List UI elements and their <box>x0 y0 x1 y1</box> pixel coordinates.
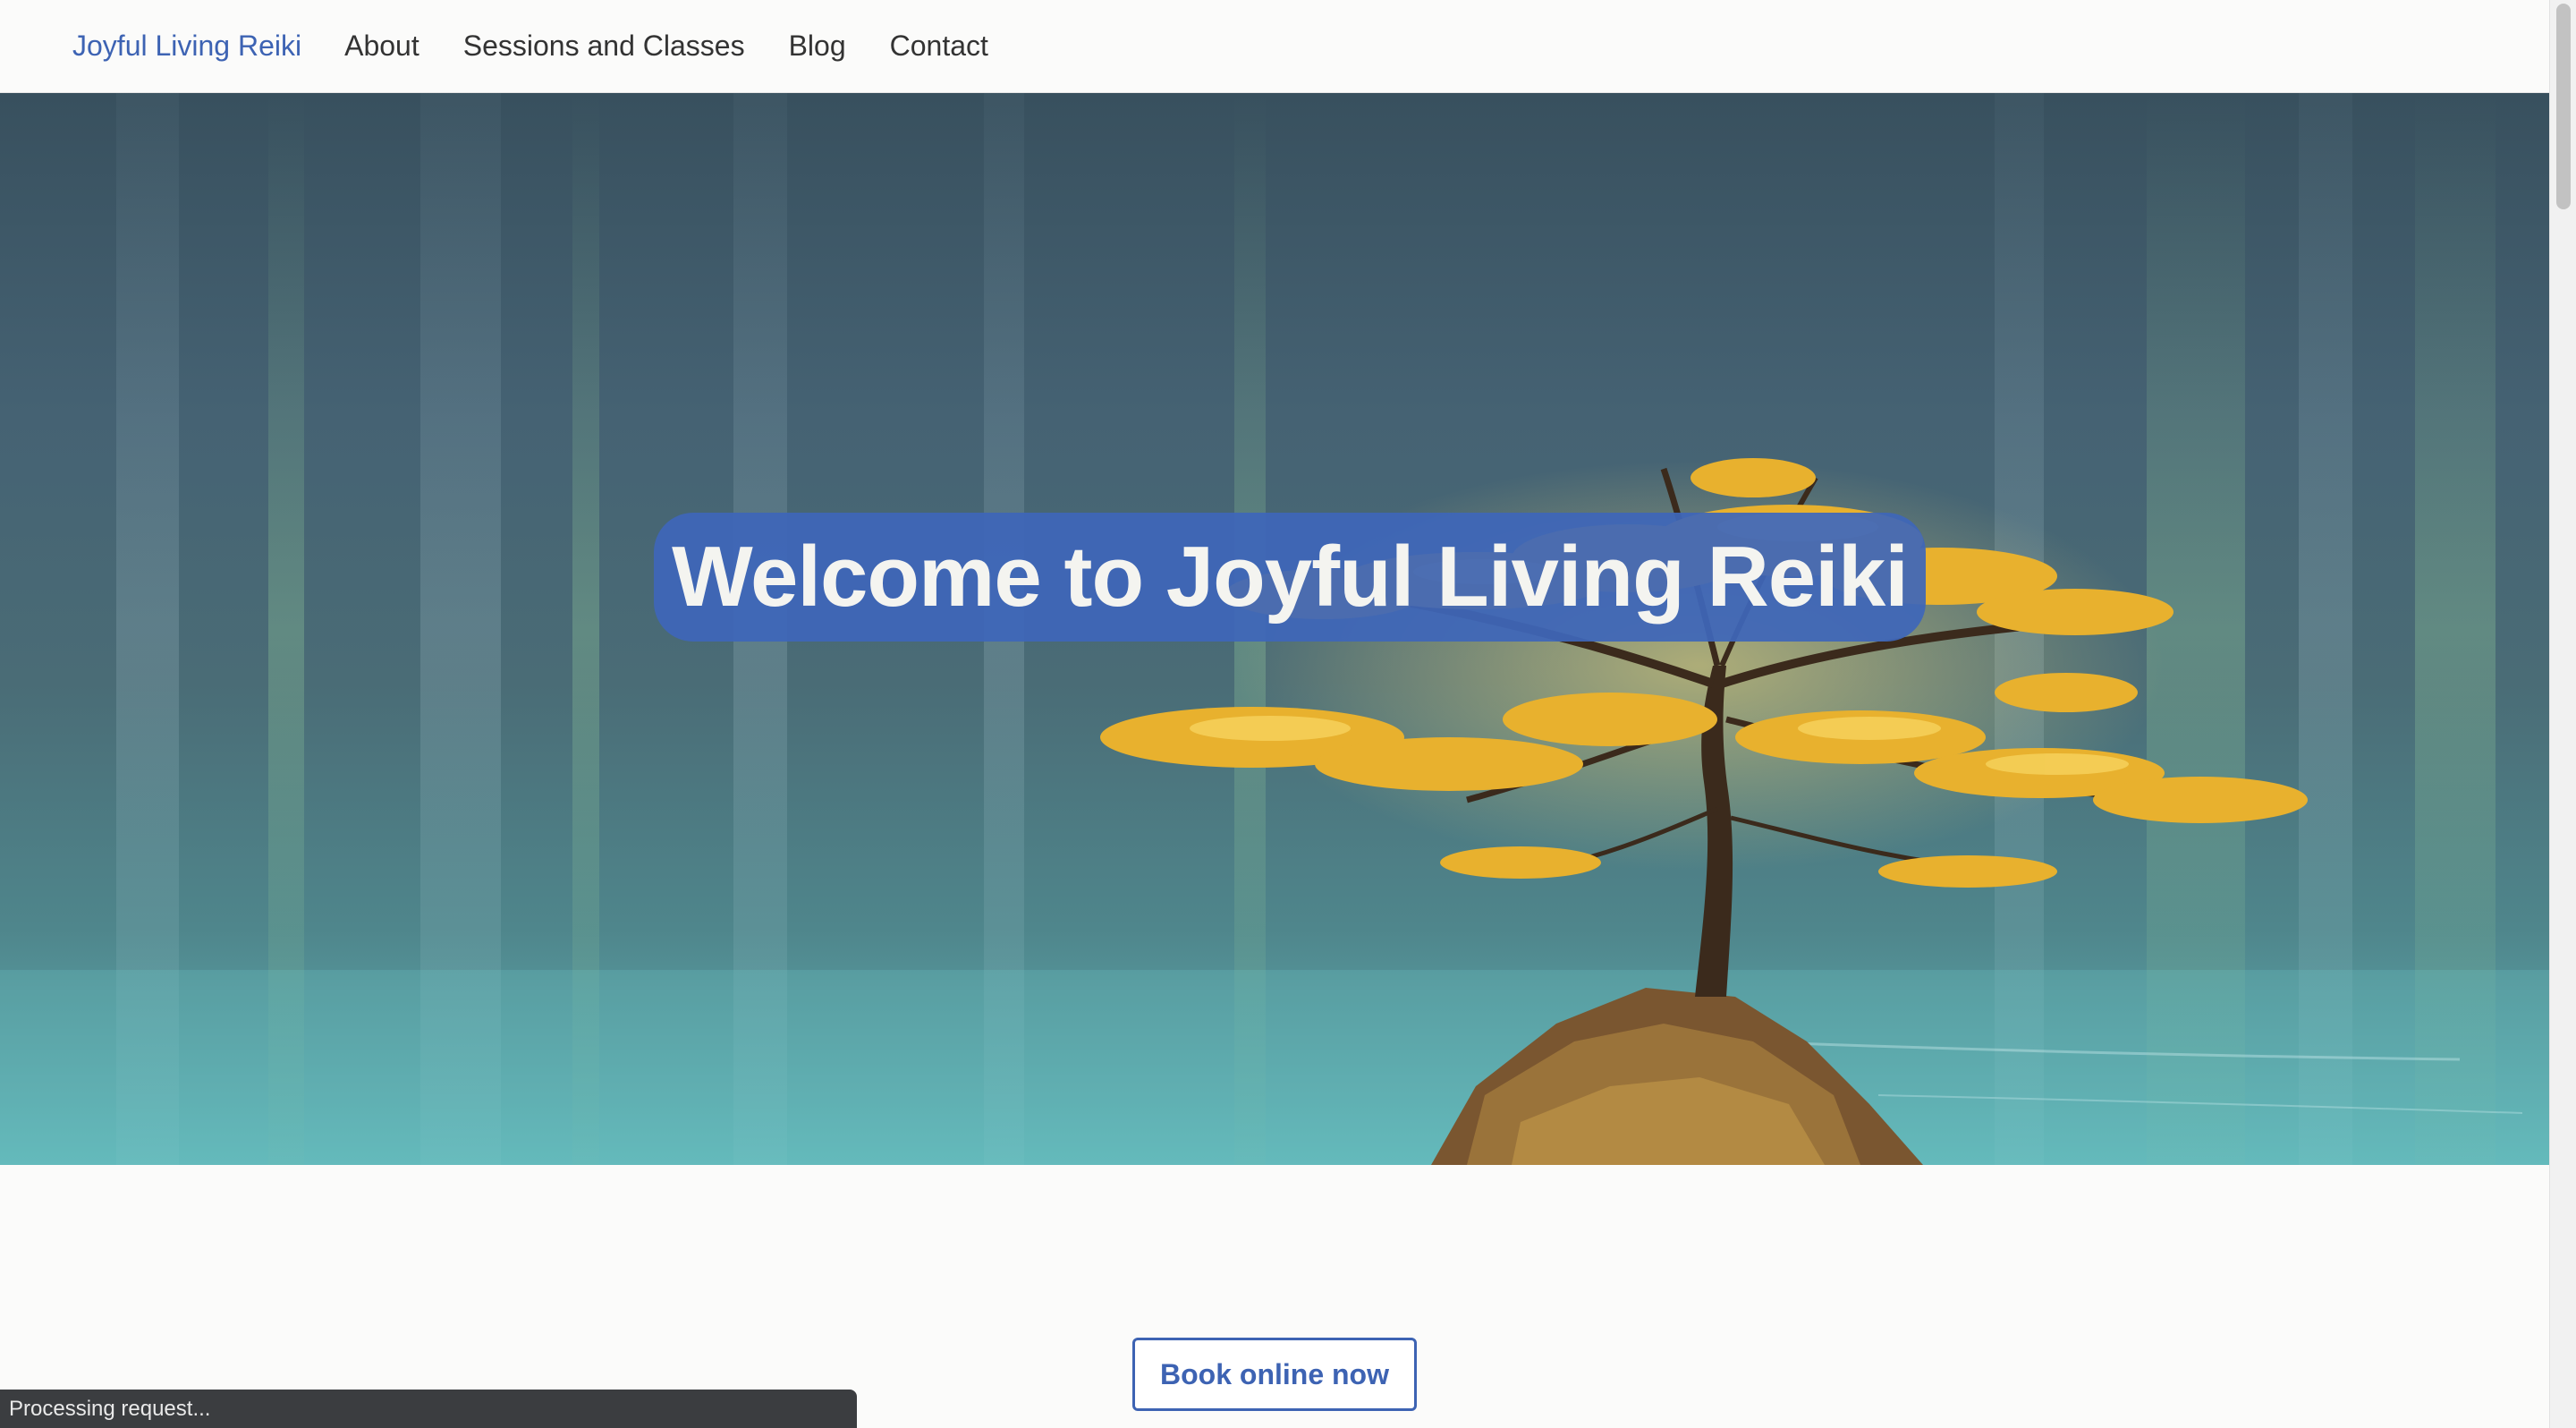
scrollbar-thumb[interactable] <box>2556 4 2571 209</box>
book-online-button[interactable]: Book online now <box>1132 1338 1417 1411</box>
nav-link-blog[interactable]: Blog <box>789 30 846 63</box>
vertical-scrollbar[interactable] <box>2549 0 2576 1428</box>
hero-title: Welcome to Joyful Living Reiki <box>672 529 1909 625</box>
hero-banner: Welcome to Joyful Living Reiki <box>0 93 2549 1165</box>
nav-brand-link[interactable]: Joyful Living Reiki <box>72 30 301 63</box>
browser-status-bar: Processing request... <box>0 1390 857 1428</box>
nav-link-about[interactable]: About <box>344 30 419 63</box>
top-navbar: Joyful Living Reiki About Sessions and C… <box>0 0 2549 93</box>
nav-link-sessions-and-classes[interactable]: Sessions and Classes <box>463 30 745 63</box>
status-text: Processing request... <box>9 1396 211 1421</box>
hero-title-banner: Welcome to Joyful Living Reiki <box>654 513 1926 642</box>
nav-link-contact[interactable]: Contact <box>890 30 988 63</box>
